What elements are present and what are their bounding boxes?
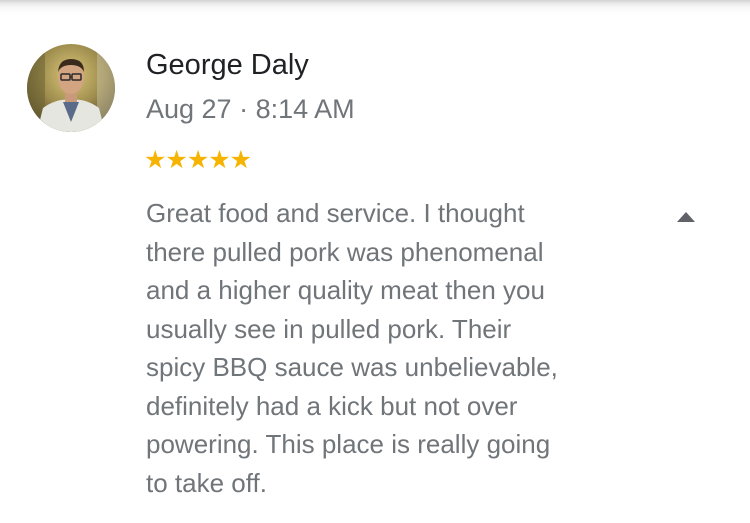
review-card: George Daly Aug 27 · 8:14 AM ★★★★★ Great… [0, 0, 750, 523]
author-name[interactable]: George Daly [146, 47, 309, 83]
avatar-photo [27, 44, 115, 132]
star-rating: ★★★★★ [144, 146, 252, 174]
review-timestamp: Aug 27 · 8:14 AM [146, 92, 355, 126]
review-text: Great food and service. I thought there … [146, 198, 558, 498]
review-time: 8:14 AM [255, 94, 355, 124]
review-date: Aug 27 [146, 94, 232, 124]
meta-separator: · [239, 94, 249, 124]
collapse-button[interactable] [672, 206, 700, 228]
caret-up-icon [677, 212, 695, 222]
avatar[interactable] [27, 44, 115, 132]
top-divider-shadow [0, 0, 750, 14]
